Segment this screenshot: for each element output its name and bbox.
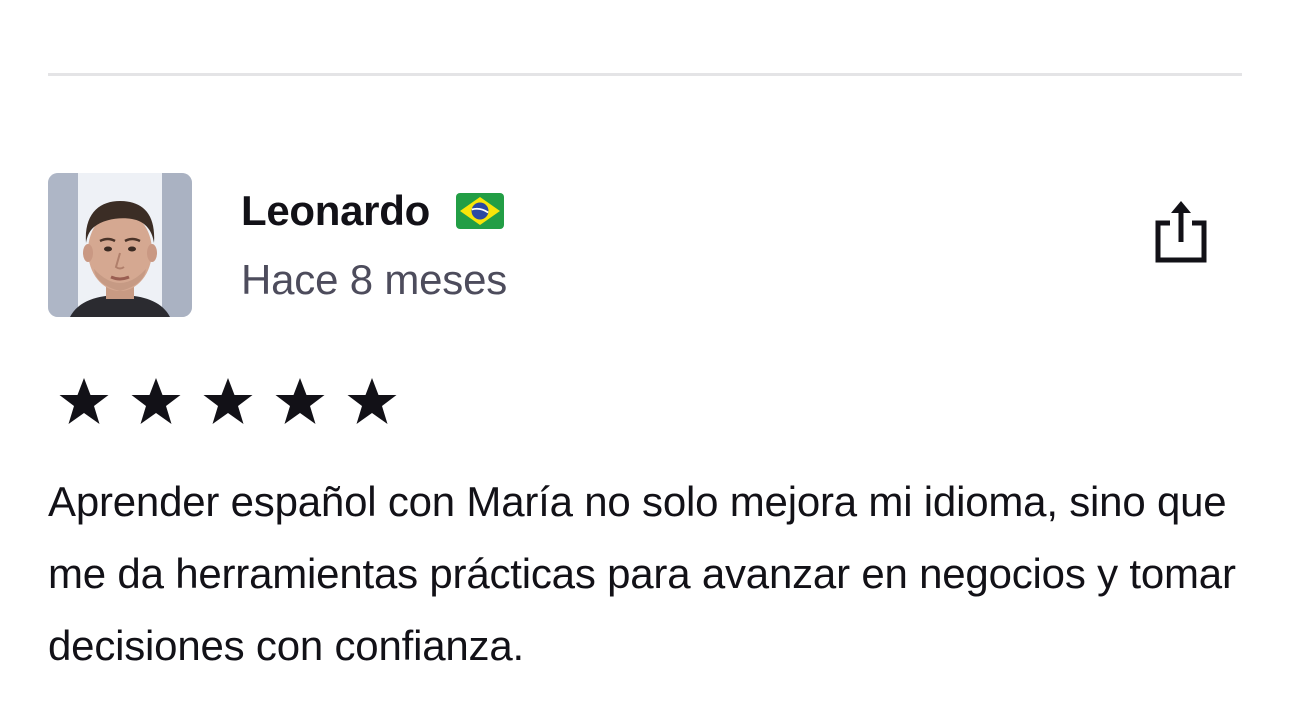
star-icon — [128, 374, 184, 430]
review-text: Aprender español con María no solo mejor… — [48, 478, 1236, 669]
star-rating — [56, 374, 400, 430]
star-icon — [56, 374, 112, 430]
star-icon — [344, 374, 400, 430]
brazil-flag-icon — [455, 193, 504, 229]
share-button[interactable] — [1150, 198, 1212, 266]
avatar — [48, 173, 192, 317]
reviewer-header: Leonardo — [241, 184, 504, 238]
review-date: Hace 8 meses — [241, 256, 508, 303]
reviewer-name: Leonardo — [241, 187, 430, 234]
top-divider — [48, 73, 1242, 76]
share-icon — [1155, 201, 1207, 263]
star-icon — [272, 374, 328, 430]
star-icon — [200, 374, 256, 430]
